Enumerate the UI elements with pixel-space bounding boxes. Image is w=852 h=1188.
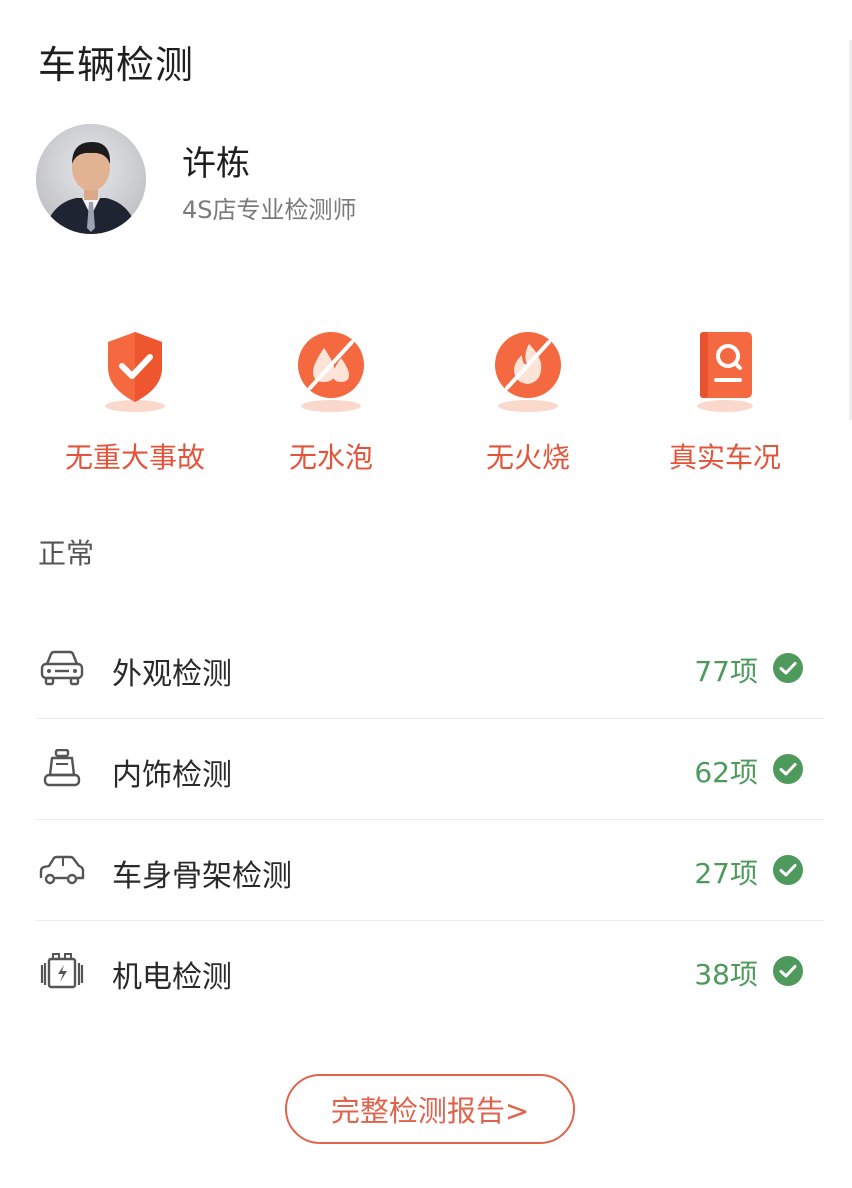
badge-label: 无水泡 — [288, 441, 373, 474]
car-front-icon — [40, 650, 84, 686]
list-item-label: 外观检测 — [112, 657, 232, 692]
no-fire-icon — [495, 332, 561, 412]
badge-real-condition: 真实车况 — [625, 322, 825, 476]
car-side-icon — [39, 855, 85, 885]
badge-no-flood: 无水泡 — [231, 322, 431, 476]
list-item-label: 机电检测 — [112, 960, 232, 995]
badge-label: 真实车况 — [668, 441, 781, 474]
item-count: 27项 — [694, 857, 758, 890]
inspector-name: 许栋 — [182, 144, 250, 184]
check-circle-icon — [773, 653, 803, 683]
badge-no-major-accident: 无重大事故 — [35, 322, 235, 476]
full-report-button[interactable]: 完整检测报告> — [285, 1074, 575, 1144]
inspection-list: 外观检测 77项 内饰检测 62项 车身骨架检测 27项 机电检测 38项 — [36, 618, 824, 1021]
car-seat-icon — [43, 749, 81, 787]
badge-label: 无火烧 — [485, 441, 570, 474]
check-circle-icon — [773, 855, 803, 885]
badge-label: 无重大事故 — [64, 441, 205, 474]
section-title: 正常 — [38, 537, 95, 570]
list-item-body-frame[interactable]: 车身骨架检测 27项 — [36, 820, 824, 921]
item-count: 62项 — [694, 756, 758, 789]
list-item-exterior[interactable]: 外观检测 77项 — [36, 618, 824, 719]
no-water-icon — [298, 332, 364, 412]
item-count: 77项 — [694, 655, 758, 688]
badge-no-fire: 无火烧 — [428, 322, 628, 476]
list-item-interior[interactable]: 内饰检测 62项 — [36, 719, 824, 820]
inspector-title: 4S店专业检测师 — [182, 196, 357, 224]
page-title: 车辆检测 — [38, 43, 195, 87]
list-item-electromechanical[interactable]: 机电检测 38项 — [36, 921, 824, 1021]
list-item-label: 内饰检测 — [112, 758, 232, 793]
shield-check-icon — [105, 332, 165, 412]
check-circle-icon — [773, 754, 803, 784]
avatar[interactable] — [36, 124, 146, 234]
check-circle-icon — [773, 956, 803, 986]
battery-icon — [40, 953, 84, 989]
list-item-label: 车身骨架检测 — [112, 859, 292, 894]
item-count: 38项 — [694, 958, 758, 991]
report-search-icon — [697, 332, 753, 412]
